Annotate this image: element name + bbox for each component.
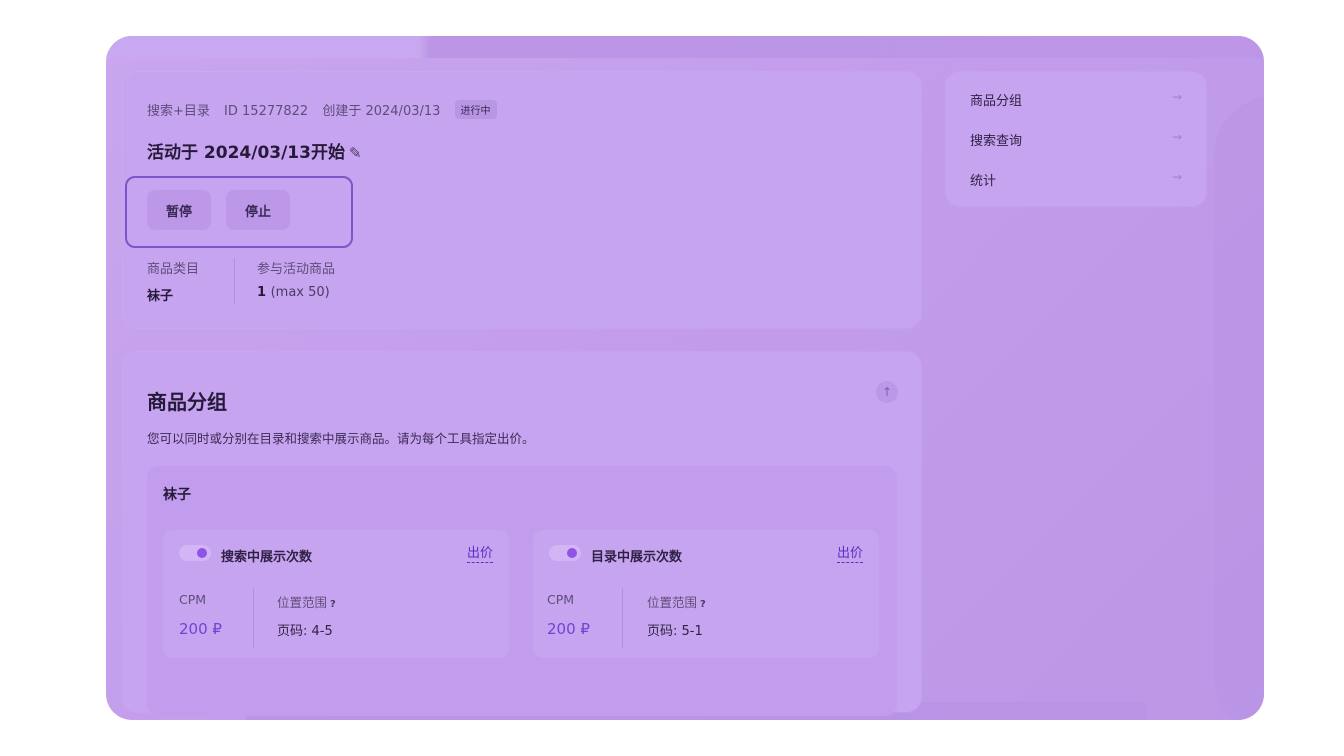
- product-group: 袜子 搜索中展示次数 出价 CPM 200 ₽ 位置范围? 页码: 4-5 目录…: [147, 466, 897, 716]
- campaign-title-text: 活动于 2024/03/13开始: [147, 143, 345, 163]
- product-group-name: 袜子: [163, 487, 191, 503]
- position-range-value: 页码: 5-1: [647, 624, 703, 639]
- arrow-right-icon: →: [1171, 90, 1182, 104]
- stop-button[interactable]: 停止: [226, 190, 290, 230]
- campaign-type: 搜索+目录: [147, 104, 210, 119]
- nav-item-label: 搜索查询: [970, 134, 1023, 149]
- search-impressions-label: 搜索中展示次数: [221, 550, 313, 565]
- toggle-knob: [567, 548, 577, 558]
- stat-divider: [234, 258, 235, 304]
- arrow-up-icon[interactable]: ↑: [876, 381, 898, 403]
- position-range-label: 位置范围?: [647, 592, 706, 611]
- toggle-knob: [197, 548, 207, 558]
- arrow-right-icon: →: [1171, 170, 1182, 184]
- stat-products-max: (max 50): [270, 285, 330, 300]
- search-bid-link[interactable]: 出价: [466, 546, 493, 563]
- catalog-bid-link[interactable]: 出价: [836, 546, 863, 563]
- help-icon[interactable]: ?: [330, 599, 336, 610]
- cpm-value: 200 ₽: [547, 620, 590, 638]
- section-description: 您可以同时或分别在目录和搜索中展示商品。请为每个工具指定出价。: [147, 431, 535, 446]
- metric-divider: [622, 588, 623, 648]
- stat-products-value: 1 (max 50): [257, 285, 335, 300]
- nav-item-search-queries[interactable]: 搜索查询 →: [970, 130, 1182, 149]
- background-decor: [1214, 96, 1264, 720]
- position-range-text: 位置范围: [647, 595, 698, 610]
- position-range-text: 位置范围: [277, 595, 328, 610]
- pencil-icon[interactable]: ✎: [349, 144, 362, 162]
- campaign-created: 创建于 2024/03/13: [322, 104, 441, 119]
- stat-category-value: 袜子: [147, 289, 174, 304]
- metric-divider: [253, 588, 254, 648]
- cpm-value: 200 ₽: [179, 620, 222, 638]
- stat-category-label: 商品类目: [147, 262, 200, 277]
- nav-item-statistics[interactable]: 统计 →: [970, 170, 1182, 189]
- nav-item-label: 商品分组: [970, 94, 1023, 109]
- stat-products-label: 参与活动商品: [257, 262, 336, 277]
- campaign-title: 活动于 2024/03/13开始 ✎: [147, 138, 362, 163]
- status-badge: 进行中: [454, 100, 497, 119]
- search-impressions-toggle[interactable]: [179, 545, 211, 561]
- top-band: [106, 36, 1264, 58]
- help-icon[interactable]: ?: [700, 599, 706, 610]
- nav-item-label: 统计: [970, 174, 997, 189]
- cpm-label: CPM: [179, 592, 207, 607]
- campaign-id: ID 15277822: [224, 104, 309, 119]
- position-range-label: 位置范围?: [277, 592, 336, 611]
- nav-item-product-groups[interactable]: 商品分组 →: [970, 90, 1182, 109]
- stat-products-count: 1: [257, 285, 267, 300]
- stat-products: 参与活动商品 1 (max 50): [257, 258, 335, 300]
- position-range-value: 页码: 4-5: [277, 624, 333, 639]
- stat-category: 商品类目 袜子: [147, 258, 199, 304]
- campaign-meta: 搜索+目录 ID 15277822 创建于 2024/03/13 进行中: [147, 100, 507, 119]
- cpm-label: CPM: [547, 592, 575, 607]
- product-groups-card: 商品分组 ↑ 您可以同时或分别在目录和搜索中展示商品。请为每个工具指定出价。 袜…: [123, 352, 921, 716]
- search-impressions-card: 搜索中展示次数 出价 CPM 200 ₽ 位置范围? 页码: 4-5: [163, 530, 509, 658]
- catalog-impressions-label: 目录中展示次数: [591, 550, 683, 565]
- side-nav-card: 商品分组 → 搜索查询 → 统计 →: [946, 72, 1206, 206]
- section-heading: 商品分组: [147, 390, 227, 414]
- catalog-impressions-toggle[interactable]: [549, 545, 581, 561]
- arrow-right-icon: →: [1171, 130, 1182, 144]
- pause-button[interactable]: 暂停: [147, 190, 211, 230]
- catalog-impressions-card: 目录中展示次数 出价 CPM 200 ₽ 位置范围? 页码: 5-1: [533, 530, 879, 658]
